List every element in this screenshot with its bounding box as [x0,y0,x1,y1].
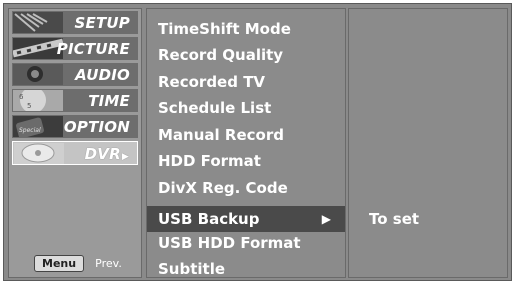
category-option[interactable]: Special OPTION [12,115,138,139]
disc-icon [14,143,64,164]
film-strip-icon [13,38,63,59]
selected-option-value[interactable]: To set [369,210,419,228]
category-picture[interactable]: PICTURE [12,37,138,61]
chevron-right-icon: ▶ [121,152,129,162]
menu-item-recorded-tv[interactable]: Recorded TV [147,69,345,95]
svg-text:6: 6 [19,93,24,101]
menu-item-divx-reg-code[interactable]: DivX Reg. Code [147,175,345,201]
category-setup[interactable]: SETUP [12,11,138,35]
special-icon: Special [13,116,63,137]
category-label: AUDIO [75,66,130,84]
category-audio[interactable]: AUDIO [12,63,138,87]
menu-item-manual-record[interactable]: Manual Record [147,122,345,148]
option-value-panel: To set [348,8,508,278]
category-sidebar: SETUP PICTURE AUDIO 65 TIME Special OPTI… [8,8,142,278]
satellite-dish-icon [13,12,63,33]
category-label: DVR▶ [84,145,129,163]
menu-button[interactable]: Menu [34,255,85,272]
dvr-settings-menu: SETUP PICTURE AUDIO 65 TIME Special OPTI… [3,3,512,281]
category-label: PICTURE [56,40,130,58]
menu-item-subtitle[interactable]: Subtitle [147,256,345,282]
menu-item-record-quality[interactable]: Record Quality [147,42,345,68]
clock-icon: 65 [13,90,63,111]
category-label: TIME [88,92,130,110]
menu-item-hdd-format[interactable]: HDD Format [147,148,345,174]
speaker-icon [13,64,63,85]
menu-item-schedule-list[interactable]: Schedule List [147,95,345,121]
menu-item-timeshift-mode[interactable]: TimeShift Mode [147,16,345,42]
footer-hint: Menu Prev. [34,252,122,272]
prev-label: Prev. [95,257,122,270]
category-time[interactable]: 65 TIME [12,89,138,113]
category-dvr[interactable]: DVR▶ [12,141,138,165]
menu-item-label: USB Backup [158,210,260,228]
dvr-options-list: TimeShift Mode Record Quality Recorded T… [146,8,346,278]
svg-text:5: 5 [27,102,31,110]
category-label: SETUP [74,14,130,32]
svg-text:Special: Special [19,127,41,134]
menu-item-usb-hdd-format[interactable]: USB HDD Format [147,230,345,256]
category-label: OPTION [63,118,130,136]
submenu-arrow-icon: ▶ [321,212,331,226]
menu-item-usb-backup[interactable]: USB Backup ▶ [147,206,345,232]
